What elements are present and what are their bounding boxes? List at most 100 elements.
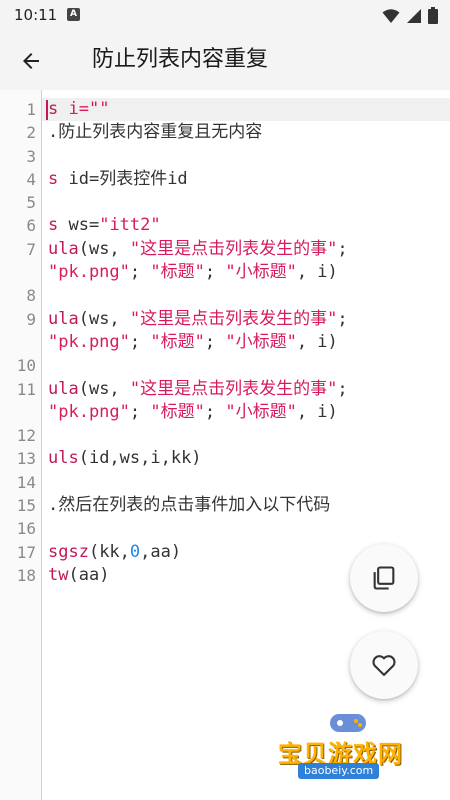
wifi-icon [382,8,400,23]
code-token: ; [204,401,226,422]
code-token: ula [48,238,79,259]
code-token: "小标题" [225,401,297,422]
watermark-url: baobeiy.com [298,763,380,779]
code-token: "pk.png" [48,401,130,422]
code-token: "小标题" [225,262,297,283]
code-token: , i) [296,331,338,352]
code-token: (kk, [88,541,130,562]
code-token: i="" [58,99,110,119]
code-line: s id=列表控件id [48,168,448,191]
gamepad-icon [330,714,366,732]
code-token: s [48,168,59,189]
line-number: 17 [16,542,36,562]
code-token: ,aa) [140,541,182,562]
code-line: s i="" [48,98,448,121]
code-token: (aa) [68,564,110,585]
code-token: "itt2" [99,215,161,236]
code-token: "标题" [150,401,205,422]
line-number: 15 [16,496,36,516]
code-token: uls [48,448,79,469]
code-line: ula(ws, "这里是点击列表发生的事"; [48,378,448,401]
arrow-left-icon [23,53,39,69]
favorite-button[interactable] [350,631,418,699]
code-line: s ws="itt2" [48,214,448,237]
line-number: 2 [26,123,36,143]
code-token: "小标题" [225,331,297,352]
status-bar: 10:11 A [0,0,450,32]
code-token: ; [337,378,348,399]
code-token: ; [129,331,151,352]
code-line: .防止列表内容重复且无内容 [48,121,448,144]
code-line: "pk.png"; "标题"; "小标题", i) [48,401,448,424]
code-token: ; [129,262,151,283]
notification-icon: A [67,8,80,21]
code-token: .防止列表内容重复且无内容 [48,122,263,143]
code-content[interactable]: s i="" .防止列表内容重复且无内容 s id=列表控件id s ws="itt2… [48,98,448,587]
line-number: 11 [16,379,36,399]
line-number: 13 [16,449,36,469]
code-token: ; [337,238,348,259]
code-token: "标题" [150,262,205,283]
code-token: "这里是点击列表发生的事" [129,238,338,259]
line-number: 8 [26,286,36,306]
line-number: 6 [26,216,36,236]
battery-icon [428,7,438,24]
code-token: ws= [58,215,100,236]
back-button[interactable] [17,47,45,75]
line-number [0,401,36,424]
line-number: 16 [16,519,36,539]
code-token: "pk.png" [48,262,130,283]
code-token: "标题" [150,331,205,352]
code-token: (id,ws,i,kk) [78,448,202,469]
code-line: ula(ws, "这里是点击列表发生的事"; [48,238,448,261]
code-token: (ws, [78,238,130,259]
code-token: , i) [296,401,338,422]
code-token: tw [48,564,69,585]
code-token: , i) [296,262,338,283]
line-numbers: 1 2 3 4 5 6 7 8 9 10 11 12 13 14 15 16 17 18 [0,98,36,587]
line-number: 5 [26,193,36,213]
code-token: (ws, [78,308,130,329]
copy-icon [373,566,395,590]
code-token: "这里是点击列表发生的事" [129,378,338,399]
line-number: 9 [26,309,36,329]
line-number: 10 [16,356,36,376]
heart-icon [372,655,396,676]
app-bar: 防止列表内容重复 [0,32,450,90]
status-icons [382,7,438,24]
code-token: s [48,99,59,119]
code-line: "pk.png"; "标题"; "小标题", i) [48,261,448,284]
code-token: s [48,215,59,236]
signal-icon [407,8,421,23]
line-number: 1 [26,100,36,119]
line-number: 7 [26,239,36,259]
line-number: 12 [16,426,36,446]
code-line: uls(id,ws,i,kk) [48,447,448,470]
code-token: ; [129,401,151,422]
watermark-logo: 宝贝游戏网 baobeiy.com [268,708,438,792]
copy-button[interactable] [350,544,418,612]
status-time: 10:11 [14,6,58,24]
code-line: .然后在列表的点击事件加入以下代码 [48,494,448,517]
code-token: ula [48,378,79,399]
text-cursor [46,100,48,120]
code-line: "pk.png"; "标题"; "小标题", i) [48,331,448,354]
code-token: (ws, [78,378,130,399]
code-token: ula [48,308,79,329]
code-line: ula(ws, "这里是点击列表发生的事"; [48,308,448,331]
line-number: 3 [26,146,36,166]
code-token: sgsz [48,541,89,562]
code-token: ; [204,331,226,352]
code-token: ; [337,308,348,329]
line-number: 4 [26,169,36,189]
code-token: ; [204,262,226,283]
line-number [0,261,36,284]
code-token: "pk.png" [48,331,130,352]
